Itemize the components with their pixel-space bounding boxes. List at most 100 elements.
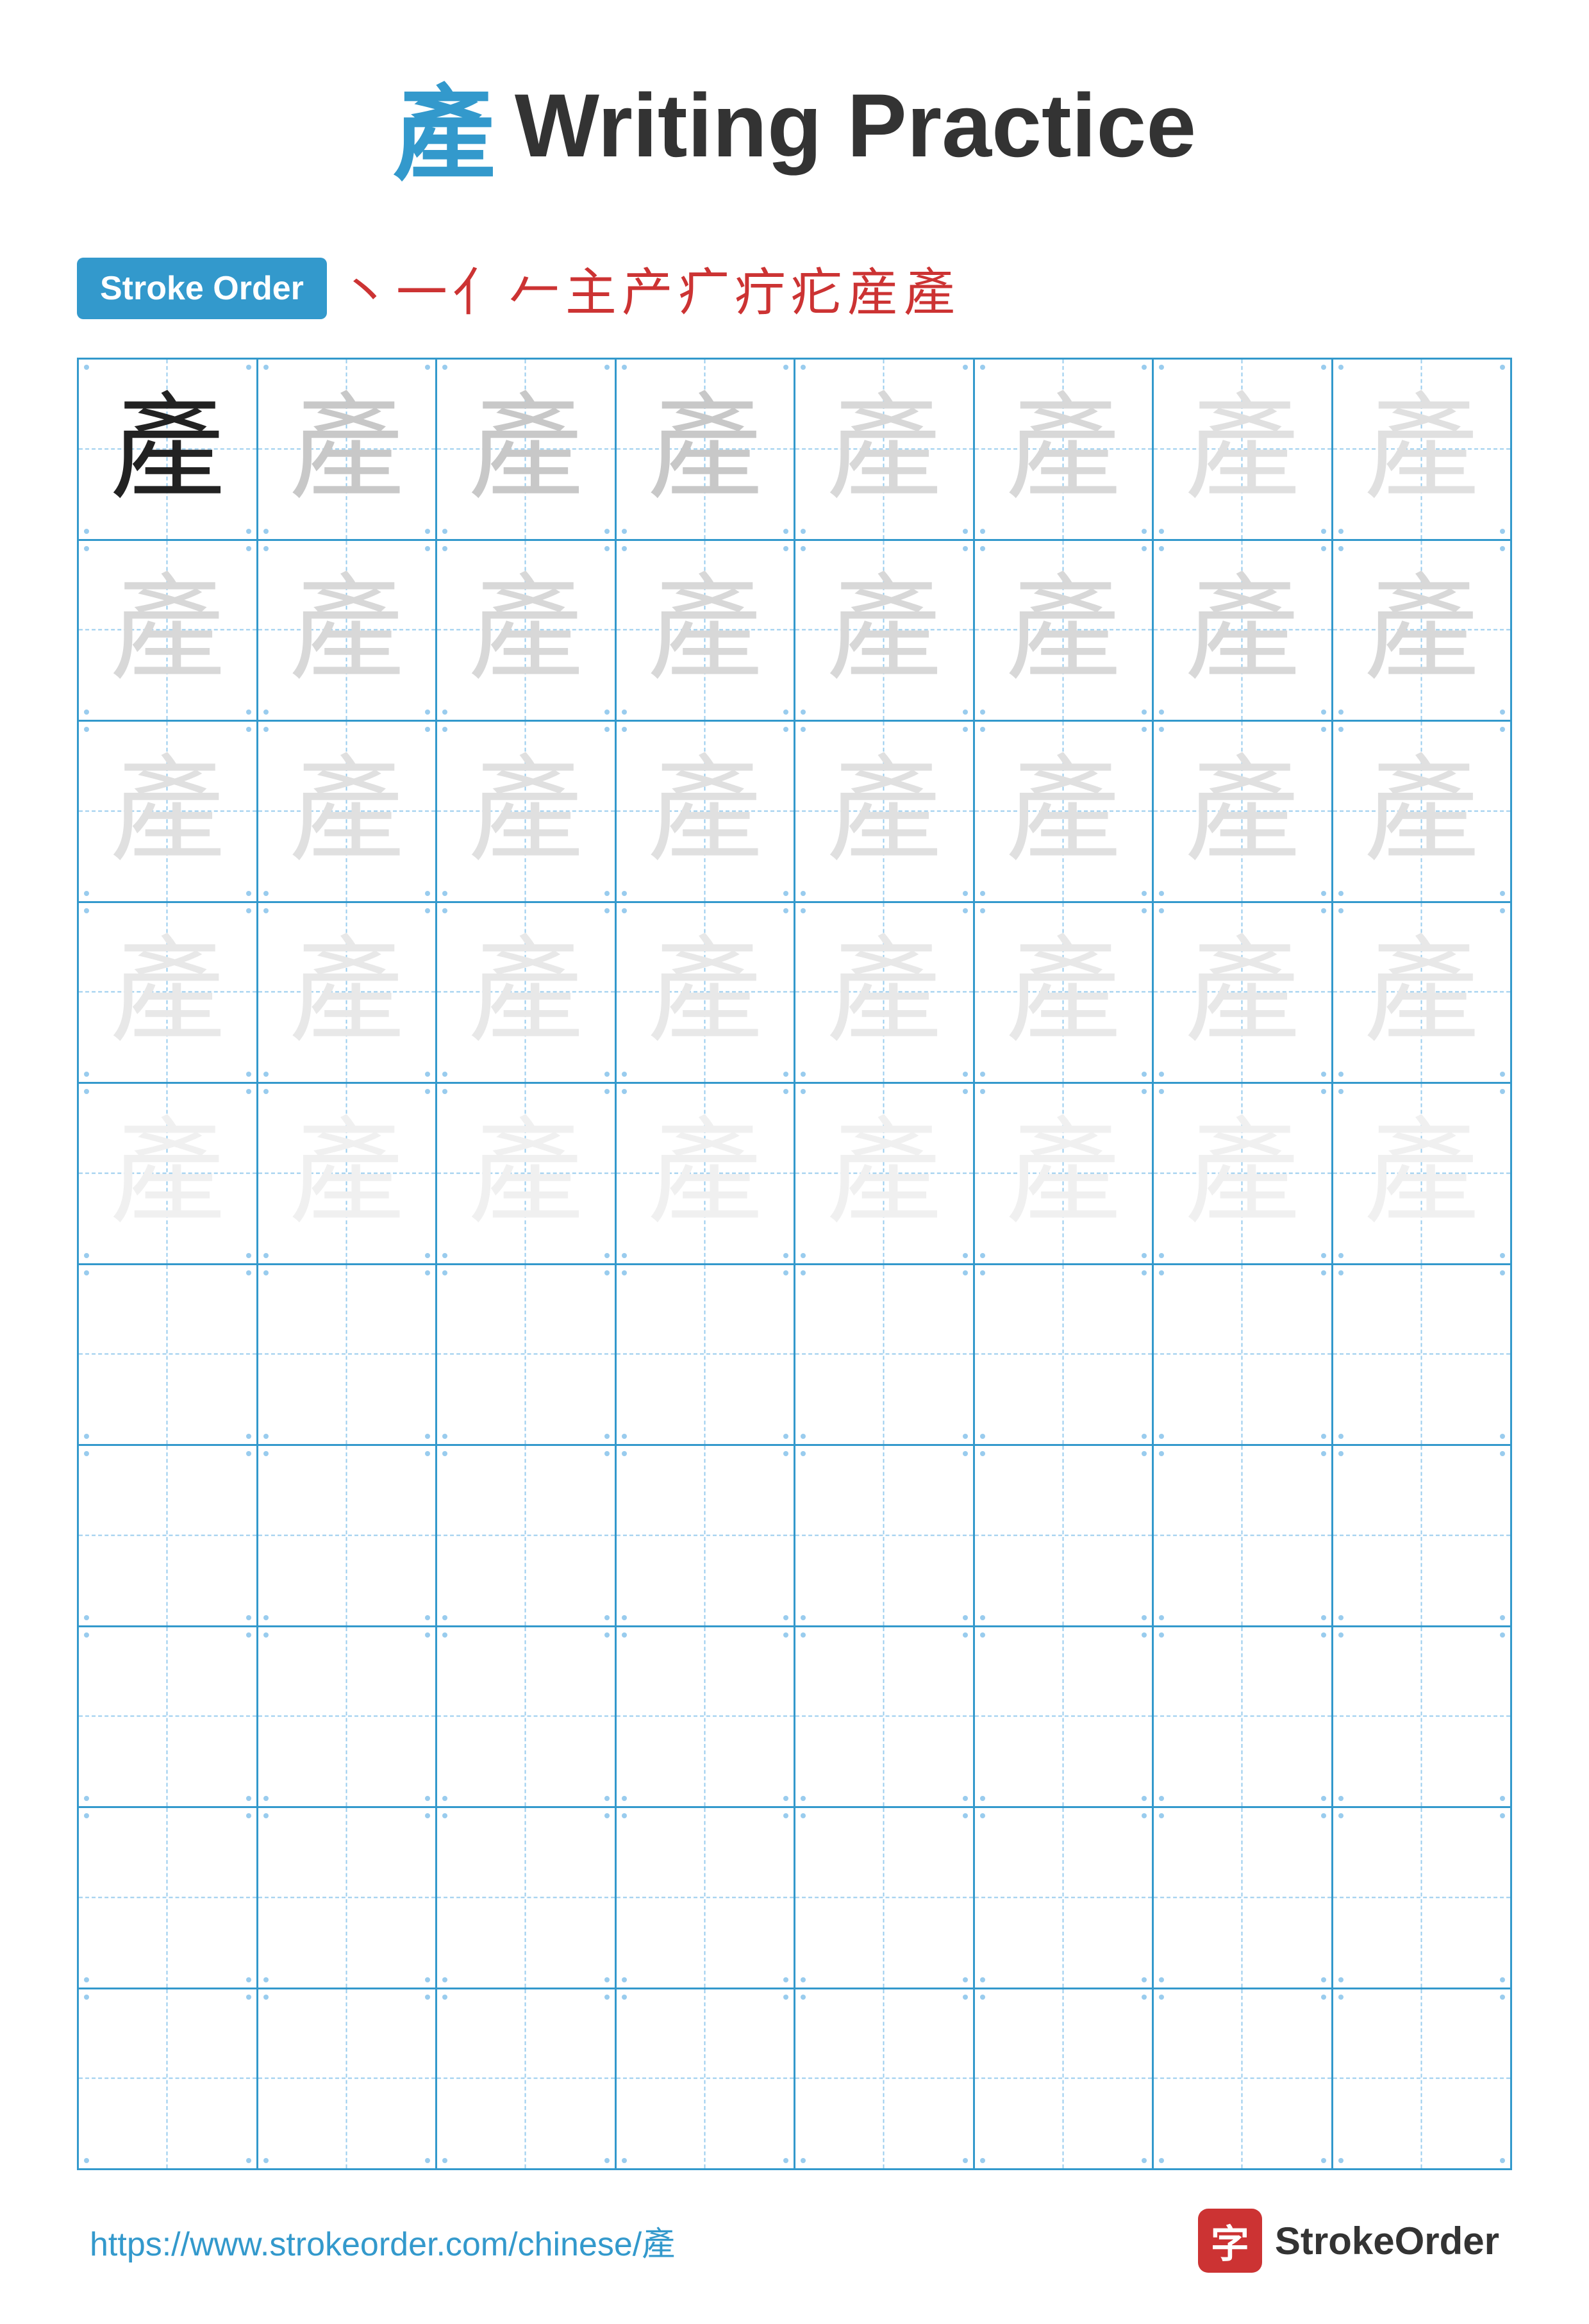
practice-character: 產 bbox=[289, 934, 404, 1050]
grid-cell-empty[interactable] bbox=[79, 1627, 258, 1807]
grid-cell[interactable]: 產 bbox=[795, 360, 975, 539]
grid-cell-empty[interactable] bbox=[79, 1808, 258, 1988]
grid-cell-empty[interactable] bbox=[1333, 1989, 1511, 2169]
grid-cell-empty[interactable] bbox=[437, 1265, 617, 1445]
grid-cell-empty[interactable] bbox=[79, 1446, 258, 1625]
grid-cell[interactable]: 產 bbox=[975, 360, 1154, 539]
page: 產 Writing Practice Stroke Order 丶 一 亻 𠂉 … bbox=[0, 0, 1589, 2324]
grid-cell[interactable]: 產 bbox=[1154, 722, 1333, 901]
grid-cell-empty[interactable] bbox=[1333, 1808, 1511, 1988]
grid-cell-empty[interactable] bbox=[258, 1265, 438, 1445]
grid-cell[interactable]: 產 bbox=[795, 903, 975, 1083]
grid-cell-empty[interactable] bbox=[437, 1808, 617, 1988]
grid-cell-empty[interactable] bbox=[795, 1446, 975, 1625]
practice-character: 產 bbox=[647, 392, 763, 507]
grid-cell[interactable]: 產 bbox=[258, 722, 438, 901]
grid-cell-empty[interactable] bbox=[975, 1808, 1154, 1988]
grid-cell[interactable]: 產 bbox=[258, 1084, 438, 1263]
practice-character: 產 bbox=[1006, 392, 1121, 507]
stroke-6: 产 bbox=[622, 251, 673, 326]
grid-cell[interactable]: 產 bbox=[975, 903, 1154, 1083]
grid-cell[interactable]: 產 bbox=[795, 1084, 975, 1263]
grid-cell-empty[interactable] bbox=[617, 1446, 796, 1625]
grid-cell[interactable]: 產 bbox=[617, 360, 796, 539]
grid-cell[interactable]: 產 bbox=[617, 722, 796, 901]
grid-cell-empty[interactable] bbox=[617, 1808, 796, 1988]
grid-cell[interactable]: 產 bbox=[617, 903, 796, 1083]
grid-cell-empty[interactable] bbox=[79, 1265, 258, 1445]
grid-cell-empty[interactable] bbox=[1154, 1627, 1333, 1807]
grid-cell[interactable]: 產 bbox=[1333, 541, 1511, 720]
practice-character: 產 bbox=[468, 392, 583, 507]
footer-url[interactable]: https://www.strokeorder.com/chinese/產 bbox=[90, 2217, 675, 2265]
grid-cell-empty[interactable] bbox=[975, 1989, 1154, 2169]
grid-row-4: 產 產 產 產 產 產 產 bbox=[79, 903, 1510, 1084]
grid-cell[interactable]: 產 bbox=[258, 360, 438, 539]
practice-grid: 產 產 產 產 產 產 產 bbox=[77, 358, 1512, 2170]
stroke-5: 主 bbox=[565, 251, 617, 326]
grid-cell-empty[interactable] bbox=[437, 1446, 617, 1625]
practice-character: 產 bbox=[110, 1116, 225, 1231]
grid-cell[interactable]: 產 bbox=[437, 903, 617, 1083]
grid-cell-empty[interactable] bbox=[795, 1627, 975, 1807]
grid-cell-empty[interactable] bbox=[617, 1989, 796, 2169]
grid-cell-empty[interactable] bbox=[258, 1446, 438, 1625]
grid-cell-empty[interactable] bbox=[437, 1989, 617, 2169]
grid-cell-empty[interactable] bbox=[795, 1989, 975, 2169]
grid-cell[interactable]: 產 bbox=[617, 1084, 796, 1263]
footer-logo: 字 StrokeOrder bbox=[1198, 2209, 1499, 2273]
grid-cell[interactable]: 產 bbox=[1333, 903, 1511, 1083]
grid-cell-empty[interactable] bbox=[258, 1808, 438, 1988]
grid-cell[interactable]: 產 bbox=[437, 1084, 617, 1263]
grid-cell-empty[interactable] bbox=[975, 1627, 1154, 1807]
grid-cell[interactable]: 產 bbox=[1154, 903, 1333, 1083]
grid-cell-empty[interactable] bbox=[1154, 1808, 1333, 1988]
grid-cell[interactable]: 產 bbox=[1333, 1084, 1511, 1263]
footer-logo-text: StrokeOrder bbox=[1275, 2219, 1499, 2263]
grid-cell[interactable]: 產 bbox=[975, 1084, 1154, 1263]
grid-cell-empty[interactable] bbox=[258, 1989, 438, 2169]
grid-cell-empty[interactable] bbox=[1154, 1446, 1333, 1625]
grid-cell[interactable]: 產 bbox=[975, 722, 1154, 901]
grid-row-3: 產 產 產 產 產 產 產 bbox=[79, 722, 1510, 903]
grid-cell-empty[interactable] bbox=[975, 1265, 1154, 1445]
grid-cell-empty[interactable] bbox=[617, 1265, 796, 1445]
grid-cell[interactable]: 產 bbox=[79, 360, 258, 539]
stroke-order-chars: 丶 一 亻 𠂉 主 产 疒 疔 疕 産 產 bbox=[340, 251, 955, 326]
grid-cell-empty[interactable] bbox=[1333, 1627, 1511, 1807]
grid-cell[interactable]: 產 bbox=[437, 541, 617, 720]
grid-cell[interactable]: 產 bbox=[1333, 722, 1511, 901]
grid-cell[interactable]: 產 bbox=[79, 541, 258, 720]
grid-cell-empty[interactable] bbox=[795, 1265, 975, 1445]
grid-cell[interactable]: 產 bbox=[1154, 360, 1333, 539]
grid-cell[interactable]: 產 bbox=[1154, 541, 1333, 720]
grid-cell[interactable]: 產 bbox=[975, 541, 1154, 720]
grid-cell[interactable]: 產 bbox=[795, 722, 975, 901]
grid-cell-empty[interactable] bbox=[1333, 1265, 1511, 1445]
grid-cell[interactable]: 產 bbox=[795, 541, 975, 720]
practice-character: 產 bbox=[1185, 392, 1300, 507]
grid-cell[interactable]: 產 bbox=[1333, 360, 1511, 539]
grid-cell[interactable]: 產 bbox=[437, 722, 617, 901]
practice-character: 產 bbox=[826, 572, 942, 688]
grid-cell-empty[interactable] bbox=[437, 1627, 617, 1807]
grid-cell[interactable]: 產 bbox=[437, 360, 617, 539]
grid-cell-empty[interactable] bbox=[258, 1627, 438, 1807]
grid-cell-empty[interactable] bbox=[617, 1627, 796, 1807]
practice-character: 產 bbox=[110, 754, 225, 869]
grid-cell[interactable]: 產 bbox=[79, 722, 258, 901]
grid-cell[interactable]: 產 bbox=[258, 541, 438, 720]
grid-cell-empty[interactable] bbox=[1154, 1265, 1333, 1445]
grid-cell[interactable]: 產 bbox=[79, 1084, 258, 1263]
grid-cell-empty[interactable] bbox=[1154, 1989, 1333, 2169]
practice-character: 產 bbox=[647, 1116, 763, 1231]
grid-cell-empty[interactable] bbox=[1333, 1446, 1511, 1625]
grid-cell-empty[interactable] bbox=[79, 1989, 258, 2169]
grid-cell[interactable]: 產 bbox=[258, 903, 438, 1083]
grid-cell-empty[interactable] bbox=[975, 1446, 1154, 1625]
grid-cell-empty[interactable] bbox=[795, 1808, 975, 1988]
grid-cell[interactable]: 產 bbox=[79, 903, 258, 1083]
grid-cell[interactable]: 產 bbox=[617, 541, 796, 720]
grid-cell[interactable]: 產 bbox=[1154, 1084, 1333, 1263]
practice-character: 產 bbox=[1006, 572, 1121, 688]
